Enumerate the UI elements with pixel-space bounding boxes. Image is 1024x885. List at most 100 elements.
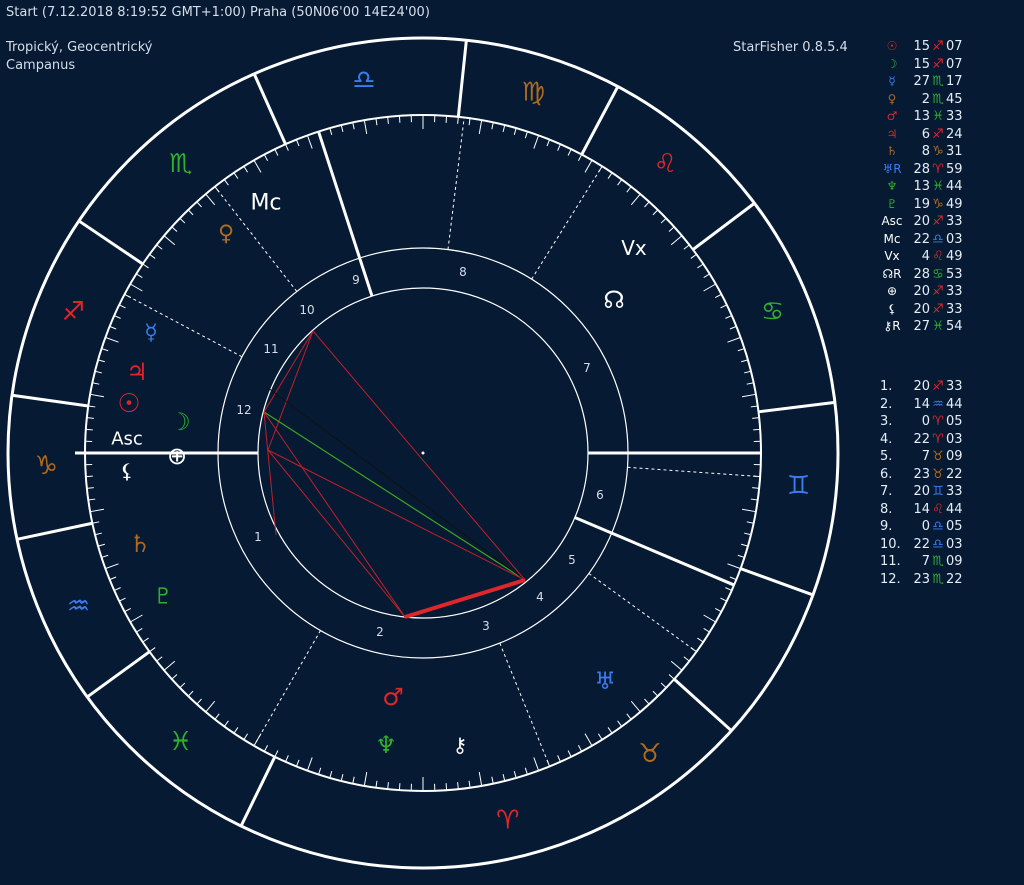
house-minutes: 44: [946, 501, 963, 517]
zodiac-sign-icon: ♑: [35, 451, 58, 481]
planet-degree: 8: [921, 144, 930, 159]
degree-tick: [105, 336, 119, 343]
house-number: 5.: [880, 449, 893, 464]
degree-tick: [533, 135, 540, 149]
aspect-line: [263, 411, 406, 618]
planet-row: ♀ 2 ♏ 45: [880, 91, 1020, 109]
house-row: 1. 20 ♐ 33: [880, 378, 1020, 396]
degree-tick: [130, 614, 143, 623]
house-minutes: 22: [946, 571, 963, 587]
planet-sign-icon: ♎: [932, 231, 944, 247]
house-number-label: 7: [583, 361, 591, 375]
degree-tick: [223, 720, 229, 727]
house-row: 6. 23 ♉ 22: [880, 466, 1020, 484]
degree-tick: [725, 587, 732, 591]
planet-minutes: 44: [946, 179, 963, 194]
house-row: 7. 20 ♊ 33: [880, 483, 1020, 501]
degree-tick: [114, 315, 121, 319]
degree-tick: [187, 690, 194, 697]
planet-degree: 22: [913, 231, 930, 247]
house-row: 4. 22 ♈ 03: [880, 431, 1020, 449]
planet-row: ☿ 27 ♏ 17: [880, 73, 1020, 91]
planet-minutes: 54: [946, 319, 963, 334]
house-degree: 23: [913, 466, 930, 482]
degree-tick: [363, 120, 368, 135]
wheel-neptune-icon: ♆: [375, 731, 397, 759]
planet-positions-list: ☉ 15 ♐ 07 ☽ 15 ♐ 07 ☿ 27 ♏ 17 ♀ 2 ♏ 45 ♂ 13 ♓ 33 ♃ 6 ♐ 24 ♄ 8 ♑ 31 ♅…: [880, 38, 1020, 336]
planet-degree: 28: [913, 266, 930, 282]
degree-tick: [306, 757, 313, 771]
degree-tick: [179, 217, 186, 224]
degree-tick: [88, 498, 96, 501]
house-sign-icon: ♏: [932, 554, 944, 569]
house-cusp-line: [447, 117, 465, 250]
house-row: 2. 14 ♒ 44: [880, 396, 1020, 414]
degree-tick: [263, 154, 269, 161]
planet-degree: 15: [913, 39, 930, 54]
degree-tick: [274, 750, 279, 758]
house-cusp-line: [499, 642, 551, 767]
house-sign-icon: ♐: [932, 379, 944, 394]
zodiac-divider: [673, 678, 733, 732]
house-row: 12. 23 ♏ 22: [880, 571, 1020, 589]
degree-tick: [468, 780, 471, 788]
planet-row: Mc 22 ♎ 03: [880, 231, 1020, 249]
zodiac-sign-icon: ♈: [496, 805, 519, 835]
degree-tick: [295, 759, 300, 767]
zodiac-divider: [456, 40, 468, 118]
planet-sign-icon: ♐: [932, 301, 944, 317]
degree-tick: [626, 186, 632, 193]
degree-tick: [533, 757, 540, 771]
house-number: 4.: [880, 431, 893, 447]
zodiac-divider: [758, 400, 836, 414]
degree-tick: [243, 733, 249, 740]
planet-minutes: 07: [946, 56, 963, 72]
degree-tick: [491, 776, 494, 784]
degree-tick: [88, 405, 96, 408]
zodiac-sign-icon: ♉: [638, 739, 661, 769]
degree-tick: [630, 193, 641, 206]
degree-tick: [92, 382, 100, 385]
house-number-label: 3: [482, 619, 490, 633]
house-minutes: 44: [946, 396, 963, 412]
degree-tick: [524, 767, 528, 775]
planet-minutes: 49: [946, 249, 963, 264]
house-number-label: 10: [299, 303, 314, 317]
degree-tick: [285, 144, 289, 151]
house-minutes: 05: [946, 519, 963, 534]
aspect-line: [263, 411, 526, 581]
degree-tick: [729, 325, 737, 330]
degree-tick: [683, 656, 690, 662]
planet-degree: 6: [921, 126, 930, 142]
zodiac-divider: [86, 650, 151, 699]
degree-tick: [584, 733, 593, 746]
zodiac-sign-icon: ♐: [62, 297, 85, 327]
chiron-icon: ⚷R: [883, 319, 901, 333]
house-cusp-line: [588, 573, 697, 653]
degree-tick: [375, 780, 378, 788]
degree-tick: [668, 226, 675, 232]
house-minutes: 33: [946, 379, 963, 394]
degree-tick: [179, 682, 186, 689]
house-minutes: 09: [946, 449, 963, 464]
planet-sign-icon: ♏: [932, 91, 944, 107]
degree-tick: [502, 774, 506, 782]
house-degree: 22: [913, 431, 930, 447]
planet-row: ⚷R 27 ♓ 54: [880, 318, 1020, 336]
degree-tick: [387, 782, 389, 790]
house-degree: 0: [921, 414, 930, 429]
zodiac-sign-icon: ♋: [761, 297, 784, 327]
house-number-label: 12: [236, 403, 251, 417]
degree-tick: [92, 521, 100, 524]
planet-degree: 15: [913, 56, 930, 72]
house-number-label: 9: [352, 273, 360, 287]
degree-tick: [737, 554, 745, 558]
degree-tick: [375, 118, 378, 126]
house-cusp-line: [124, 293, 243, 358]
zodiac-divider: [239, 756, 277, 827]
degree-tick: [683, 244, 690, 250]
planet-sign-icon: ♏: [932, 74, 944, 89]
node-icon: ☊R: [882, 266, 902, 281]
planet-sign-icon: ♓: [932, 179, 944, 194]
planet-sign-icon: ♑: [932, 196, 944, 212]
